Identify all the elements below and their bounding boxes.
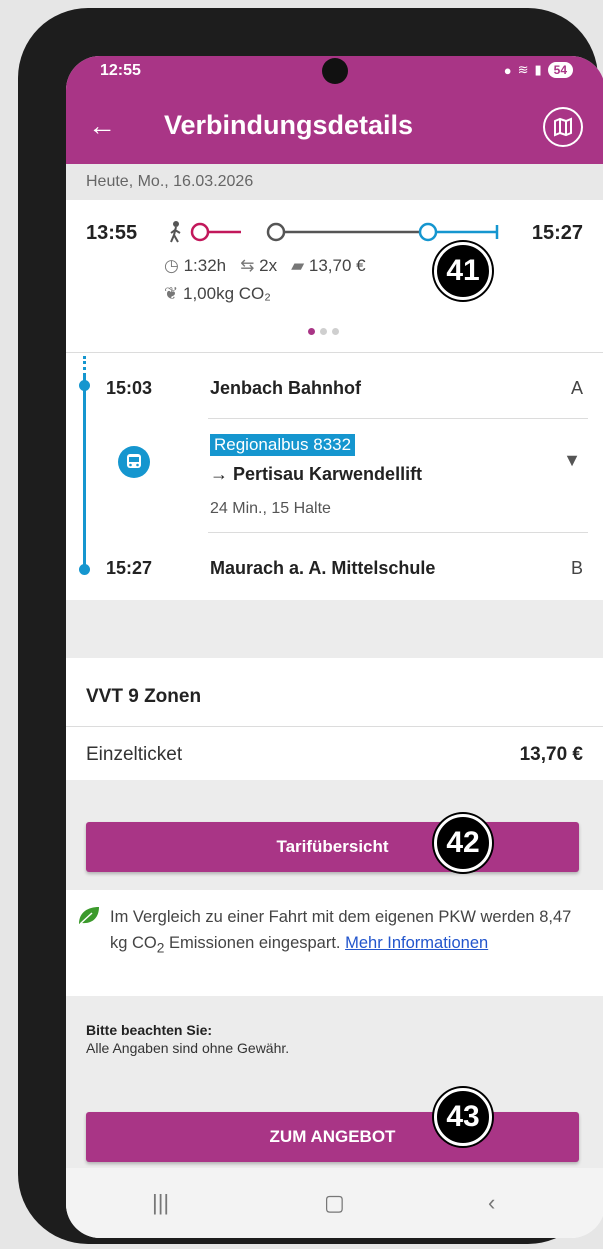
pager-dot[interactable]: [320, 328, 327, 335]
divider: [208, 532, 588, 533]
leaf-icon: ❦: [164, 284, 179, 303]
timeline-dotted: [83, 356, 86, 376]
divider: [66, 726, 603, 727]
connection-summary[interactable]: 13:55 15:27 ◷ 1:32h ⇆ 2x ▰ 13,70 € ❦ 1,0…: [66, 200, 603, 350]
annotation-badge: 42: [434, 814, 492, 872]
leg-details: 15:03 Jenbach Bahnhof A Regionalbus 8332…: [66, 356, 603, 600]
timeline-line: [83, 376, 86, 572]
pager-dots[interactable]: [308, 328, 339, 335]
signal-icon: ▮: [534, 62, 542, 77]
eco-text: Im Vergleich zu einer Fahrt mit dem eige…: [110, 908, 572, 956]
bus-icon: [118, 446, 150, 478]
section-gap: [66, 600, 603, 658]
back-icon[interactable]: ‹: [488, 1190, 495, 1216]
pager-dot[interactable]: [332, 328, 339, 335]
tariff-zone: VVT 9 Zonen: [86, 686, 202, 707]
duration: ◷ 1:32h: [164, 256, 227, 275]
bus-stop-marker: [418, 222, 438, 242]
offer-button[interactable]: ZUM ANGEBOT: [86, 1112, 579, 1162]
walk-stop-marker: [190, 222, 210, 242]
end-stop-time: 15:27: [106, 558, 153, 578]
arrival-time: 15:27: [531, 222, 583, 244]
line-badge: Regionalbus 8332: [210, 434, 356, 456]
recent-apps-icon[interactable]: |||: [152, 1190, 169, 1216]
bus-glyph: [127, 454, 141, 468]
summary-meta: ◷ 1:32h ⇆ 2x ▰ 13,70 €: [164, 256, 366, 276]
start-stop-time: 15:03: [106, 378, 153, 398]
end-stop-name: Maurach a. A. Mittelschule: [210, 558, 436, 578]
transfers: ⇆ 2x: [240, 256, 278, 275]
page-title: Verbindungsdetails: [164, 110, 414, 140]
phone-frame: 12:55 ● ≋ ▮ 54 ← Verbindungsdetails Heut…: [18, 8, 603, 1244]
cta-area: ZUM ANGEBOT: [66, 1088, 603, 1168]
home-icon[interactable]: ▢: [324, 1190, 345, 1216]
leg-info: 24 Min., 15 Halte: [210, 500, 331, 517]
notice-text: Alle Angaben sind ohne Gewähr.: [86, 1040, 290, 1056]
timeline-end-dot: [79, 564, 90, 575]
back-arrow-icon[interactable]: ←: [88, 108, 116, 144]
tariff-button-area: Tarifübersicht: [66, 780, 603, 890]
price: ▰ 13,70 €: [291, 256, 366, 275]
expand-icon[interactable]: ▼: [563, 450, 581, 471]
notice-title: Bitte beachten Sie:: [86, 1022, 213, 1038]
pager-dot[interactable]: [308, 328, 315, 335]
transfer-icon: ⇆: [240, 256, 255, 275]
annotation-badge: 41: [434, 242, 492, 300]
start-stop-name: Jenbach Bahnhof: [210, 378, 362, 398]
more-info-link[interactable]: Mehr Informationen: [345, 934, 488, 952]
location-icon: ●: [503, 62, 512, 78]
battery-icon: 54: [547, 62, 573, 78]
status-bar: 12:55 ● ≋ ▮ 54: [66, 56, 603, 92]
clock-icon: ◷: [164, 256, 179, 275]
walk-icon: [170, 221, 181, 243]
ticket-price: 13,70 €: [519, 744, 583, 765]
divider: [208, 418, 588, 419]
ticket-name: Einzelticket: [86, 744, 183, 765]
status-time: 12:55: [100, 62, 141, 79]
eco-info: Im Vergleich zu einer Fahrt mit dem eige…: [66, 890, 603, 996]
wifi-icon: ≋: [517, 62, 529, 77]
end-platform: B: [570, 558, 583, 578]
app-screen: 12:55 ● ≋ ▮ 54 ← Verbindungsdetails Heut…: [66, 56, 603, 1238]
timeline-start-dot: [79, 380, 90, 391]
annotation-badge: 43: [434, 1088, 492, 1146]
departure-time: 13:55: [86, 222, 138, 244]
camera-cutout: [322, 58, 348, 84]
train-stop-marker: [266, 222, 286, 242]
start-platform: A: [570, 378, 583, 398]
divider: [66, 352, 603, 353]
notice: Bitte beachten Sie: Alle Angaben sind oh…: [66, 996, 603, 1088]
co2-emission: ❦ 1,00kg CO₂: [164, 284, 271, 303]
direction-label: → Pertisau Karwendellift: [210, 464, 423, 484]
status-icons: ● ≋ ▮ 54: [504, 62, 573, 78]
ticket-icon: ▰: [291, 256, 305, 275]
system-nav-bar: ||| ▢ ‹: [66, 1168, 603, 1238]
leaf-icon: [79, 907, 99, 925]
route-strip: [170, 221, 499, 243]
tariff-section: VVT 9 Zonen Einzelticket 13,70 €: [66, 658, 603, 780]
map-button[interactable]: [543, 107, 583, 147]
app-bar: ← Verbindungsdetails: [66, 92, 603, 164]
tariff-overview-button[interactable]: Tarifübersicht: [86, 822, 579, 872]
date-header: Heute, Mo., 16.03.2026: [66, 164, 603, 200]
map-icon: [554, 117, 572, 137]
